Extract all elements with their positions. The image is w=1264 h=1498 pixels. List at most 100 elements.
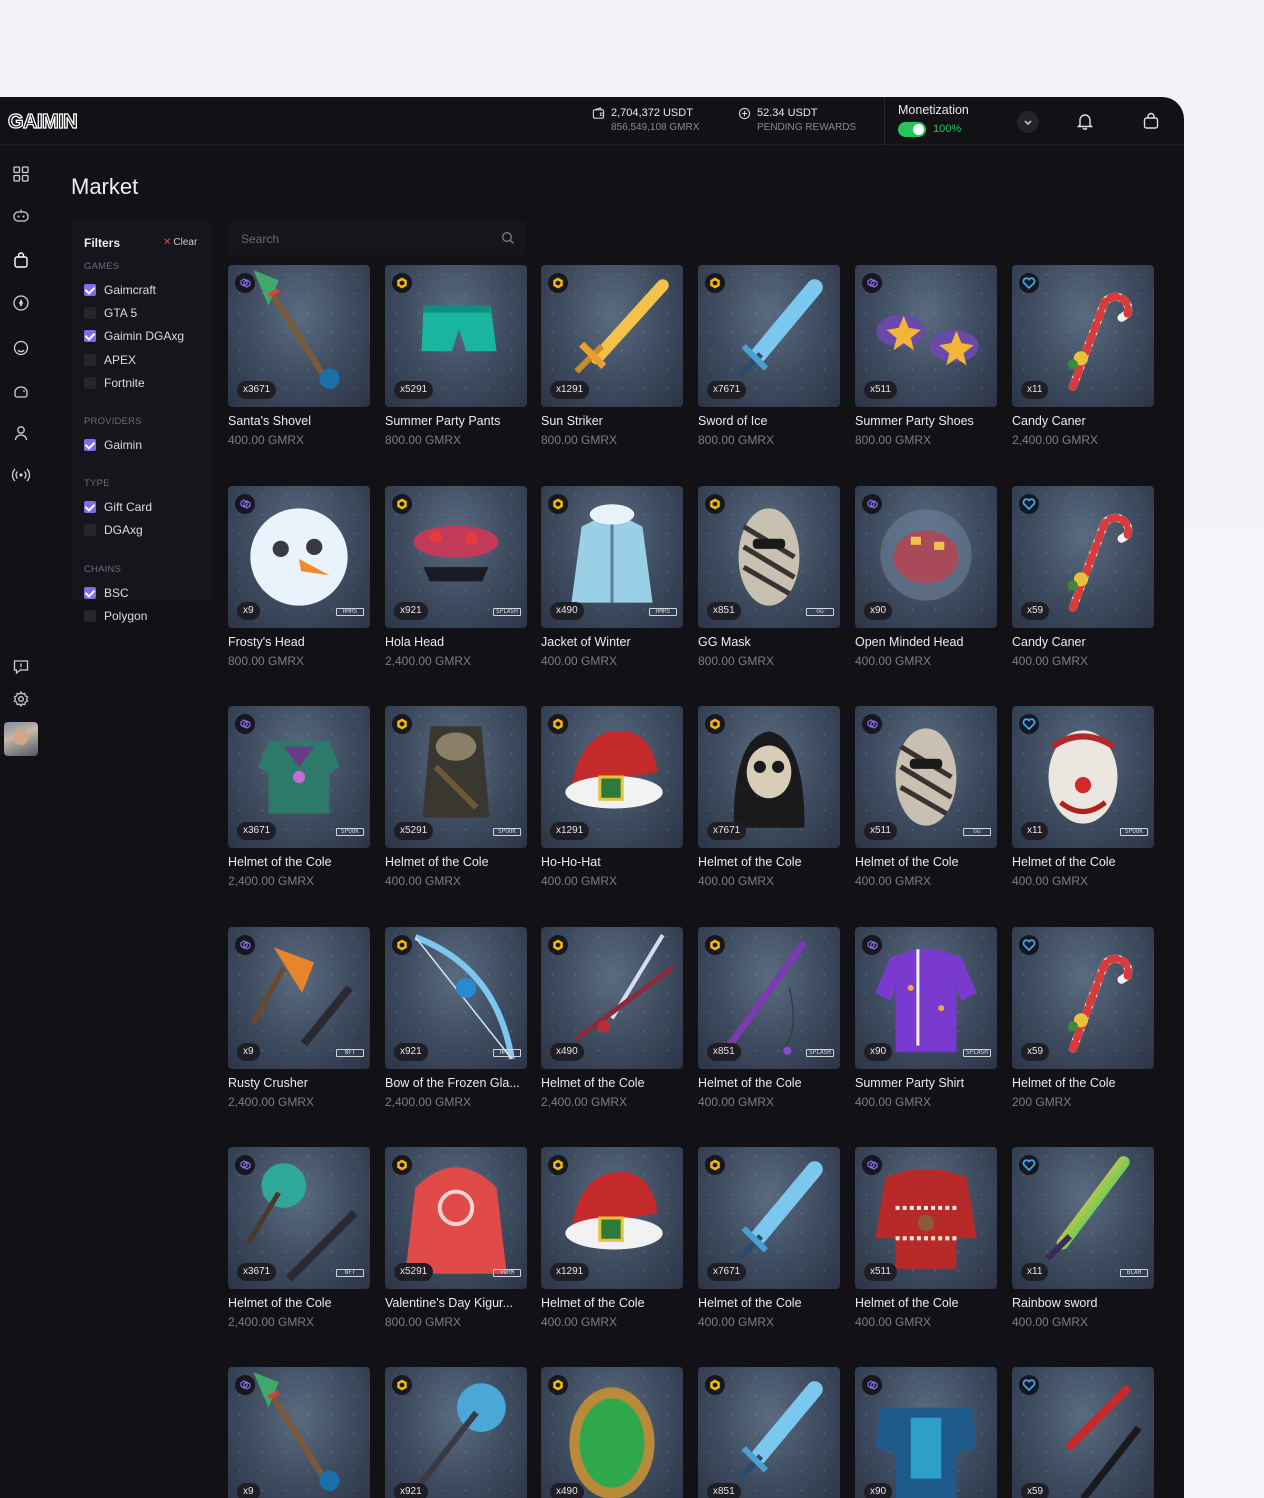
item-image[interactable]: x5291 SPOOK — [385, 706, 527, 848]
item-card[interactable]: x3671 SPOOK Helmet of the Cole 2,400.00 GMR… — [228, 706, 370, 906]
item-image[interactable]: x59 — [1012, 926, 1154, 1069]
support-icon[interactable] — [11, 338, 31, 358]
wallet-balance[interactable]: 2,704,372 USDT 856,549,108 GMRX — [592, 107, 699, 133]
filter-option[interactable]: Polygon — [84, 609, 147, 623]
item-image[interactable]: x490 — [541, 926, 683, 1069]
shopping-bag-icon[interactable] — [1141, 111, 1161, 131]
item-card[interactable]: x921 HMRS Bow of the Frozen Gla... 2,400.00… — [385, 926, 527, 1127]
item-image[interactable]: x7671 — [698, 706, 840, 848]
filter-checkbox[interactable] — [84, 586, 96, 599]
item-card[interactable]: x5291 VORM Valentine's Day Kigur... 800.00 … — [385, 1147, 527, 1347]
item-image[interactable]: x921 — [385, 1367, 527, 1498]
filter-option[interactable]: DGAxg — [84, 523, 143, 537]
item-card[interactable]: x1291 Helmet of the Cole 400.00 GMRX — [541, 1147, 683, 1347]
item-card[interactable]: x3671 NFT Helmet of the Cole 2,400.00 GMRX — [228, 1147, 370, 1347]
item-image[interactable]: x511 — [855, 265, 997, 407]
item-image[interactable]: x511 — [855, 1147, 997, 1289]
item-card[interactable]: x490 — [541, 1367, 683, 1498]
item-card[interactable]: x1291 Sun Striker 800.00 GMRX — [541, 265, 683, 465]
item-image[interactable]: x9 — [228, 1367, 370, 1498]
item-image[interactable]: x11 SPOOK — [1012, 706, 1154, 848]
item-card[interactable]: x11 SPOOK Helmet of the Cole 400.00 GMRX — [1012, 706, 1154, 906]
filter-option[interactable]: APEX — [84, 353, 136, 367]
item-card[interactable]: x851 — [698, 1367, 840, 1498]
item-image[interactable]: x511 GG — [855, 706, 997, 848]
filter-option[interactable]: Fortnite — [84, 376, 145, 390]
item-card[interactable]: x490 HMRS Jacket of Winter 400.00 GMRX — [541, 485, 683, 686]
filter-option[interactable]: BSC — [84, 586, 129, 600]
filter-checkbox[interactable] — [84, 376, 96, 389]
item-image[interactable]: x3671 NFT — [228, 1147, 370, 1289]
compass-icon[interactable] — [11, 293, 31, 313]
gaimin-logo[interactable]: GAIMIN — [8, 109, 94, 133]
item-card[interactable]: x851 SPLASH Helmet of the Cole 400.00 GMRX — [698, 926, 840, 1127]
item-card[interactable]: x7671 Helmet of the Cole 400.00 GMRX — [698, 706, 840, 906]
filter-checkbox[interactable] — [84, 353, 96, 366]
settings-gear-icon[interactable] — [11, 689, 31, 709]
item-card[interactable]: x59 — [1012, 1367, 1154, 1498]
piggy-bank-icon[interactable] — [11, 382, 31, 402]
monetization-toggle[interactable] — [898, 122, 926, 137]
filter-checkbox[interactable] — [84, 609, 96, 622]
bell-icon[interactable] — [1075, 111, 1095, 131]
item-card[interactable]: x511 GG Helmet of the Cole 400.00 GMRX — [855, 706, 997, 906]
help-chat-icon[interactable] — [11, 657, 31, 677]
item-image[interactable]: x90 — [855, 485, 997, 628]
item-card[interactable]: x11 Candy Caner 2,400.00 GMRX — [1012, 265, 1154, 465]
item-card[interactable]: x851 GG GG Mask 800.00 GMRX — [698, 485, 840, 686]
item-image[interactable]: x851 SPLASH — [698, 926, 840, 1069]
item-card[interactable]: x9 — [228, 1367, 370, 1498]
item-card[interactable]: x7671 Sword of Ice 800.00 GMRX — [698, 265, 840, 465]
item-card[interactable]: x511 Helmet of the Cole 400.00 GMRX — [855, 1147, 997, 1347]
item-card[interactable]: x3671 Santa's Shovel 400.00 GMRX — [228, 265, 370, 465]
item-image[interactable]: x1291 — [541, 265, 683, 407]
item-card[interactable]: x7671 Helmet of the Cole 400.00 GMRX — [698, 1147, 840, 1347]
filter-checkbox[interactable] — [84, 524, 96, 537]
filter-checkbox[interactable] — [84, 330, 96, 343]
filter-checkbox[interactable] — [84, 439, 96, 451]
item-image[interactable]: x90 SPLASH — [855, 926, 997, 1069]
item-card[interactable]: x490 Helmet of the Cole 2,400.00 GMRX — [541, 926, 683, 1127]
clear-filters-button[interactable]: ✕ Clear — [163, 237, 197, 248]
item-image[interactable]: x921 SPLASH — [385, 485, 527, 628]
gamepad-icon[interactable] — [11, 206, 31, 226]
user-avatar[interactable] — [4, 722, 38, 756]
filter-option[interactable]: Gaimin DGAxg — [84, 329, 184, 343]
item-image[interactable]: x1291 — [541, 706, 683, 848]
item-image[interactable]: x490 — [541, 1367, 683, 1498]
item-card[interactable]: x11 BLAH Rainbow sword 400.00 GMRX — [1012, 1147, 1154, 1347]
item-image[interactable]: x59 — [1012, 1367, 1154, 1498]
filter-option[interactable]: Gaimcraft — [84, 283, 156, 297]
item-image[interactable]: x9 NFT — [228, 926, 370, 1069]
item-card[interactable]: x5291 SPOOK Helmet of the Cole 400.00 GMRX — [385, 706, 527, 906]
item-card[interactable]: x921 SPLASH Hola Head 2,400.00 GMRX — [385, 485, 527, 686]
item-image[interactable]: x59 — [1012, 485, 1154, 628]
item-image[interactable]: x490 HMRS — [541, 485, 683, 628]
item-card[interactable]: x90 Open Minded Head 400.00 GMRX — [855, 485, 997, 686]
item-image[interactable]: x921 HMRS — [385, 926, 527, 1069]
filter-option[interactable]: Gaimin — [84, 438, 142, 452]
item-card[interactable]: x90 SPLASH Summer Party Shirt 400.00 GMRX — [855, 926, 997, 1127]
item-card[interactable]: x1291 Ho-Ho-Hat 400.00 GMRX — [541, 706, 683, 906]
item-card[interactable]: x921 — [385, 1367, 527, 1498]
broadcast-icon[interactable] — [11, 465, 31, 485]
item-image[interactable]: x7671 — [698, 265, 840, 407]
filter-checkbox[interactable] — [84, 307, 96, 320]
item-card[interactable]: x59 Helmet of the Cole 200 GMRX — [1012, 926, 1154, 1127]
item-card[interactable]: x511 Summer Party Shoes 800.00 GMRX — [855, 265, 997, 465]
item-image[interactable]: x90 — [855, 1367, 997, 1498]
market-bag-icon[interactable] — [11, 250, 31, 270]
item-card[interactable]: x59 Candy Caner 400.00 GMRX — [1012, 485, 1154, 686]
item-image[interactable]: x5291 VORM — [385, 1147, 527, 1289]
item-card[interactable]: x5291 Summer Party Pants 800.00 GMRX — [385, 265, 527, 465]
user-icon[interactable] — [11, 423, 31, 443]
filter-checkbox[interactable] — [84, 284, 96, 296]
search-input[interactable]: Search — [228, 221, 526, 255]
pending-rewards[interactable]: 52.34 USDT PENDING REWARDS — [738, 107, 856, 133]
monetization-dropdown-button[interactable] — [1017, 111, 1039, 133]
item-image[interactable]: x7671 — [698, 1147, 840, 1289]
item-image[interactable]: x3671 SPOOK — [228, 706, 370, 848]
item-card[interactable]: x9 HMRS Frosty's Head 800.00 GMRX — [228, 485, 370, 686]
item-card[interactable]: x9 NFT Rusty Crusher 2,400.00 GMRX — [228, 926, 370, 1127]
item-image[interactable]: x3671 — [228, 265, 370, 407]
